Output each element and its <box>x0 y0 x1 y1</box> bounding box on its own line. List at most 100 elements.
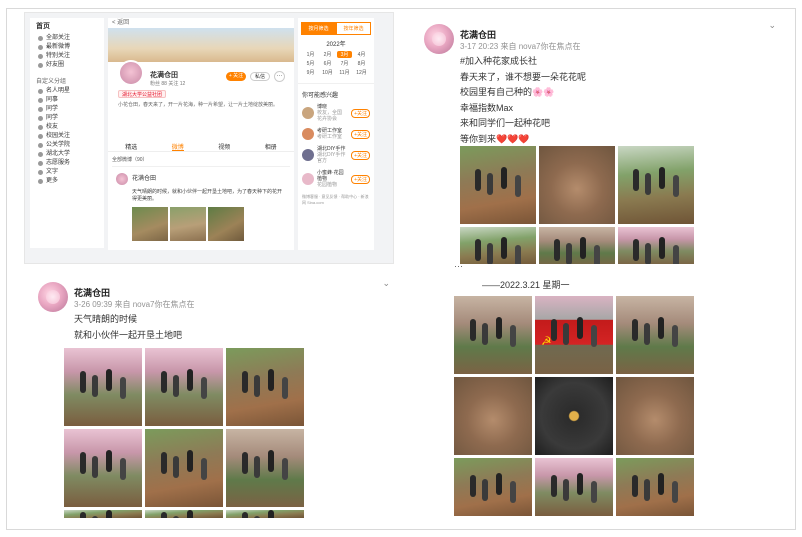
calendar-year[interactable]: 2022年 <box>298 39 374 48</box>
avatar[interactable] <box>302 107 314 119</box>
tab-album[interactable]: 相册 <box>265 142 277 151</box>
sidebar-group[interactable]: 同学 <box>30 114 104 123</box>
footer-links[interactable]: 微博客服 · 意见反馈 · 帮助中心 · 新浪网 Sina.com <box>298 191 374 209</box>
sidebar-group[interactable]: 文字 <box>30 168 104 177</box>
dot-icon <box>38 152 43 157</box>
month-cell-selected[interactable]: 3月 <box>337 51 352 58</box>
post-photo[interactable] <box>616 296 694 374</box>
post-photo[interactable] <box>535 377 613 455</box>
post-photo[interactable] <box>145 348 223 426</box>
post-photo[interactable] <box>454 377 532 455</box>
profile-cover <box>108 28 294 62</box>
post-photo[interactable] <box>535 458 613 516</box>
post-author[interactable]: 花满仓田 <box>460 28 496 41</box>
month-cell[interactable]: 7月 <box>337 60 352 67</box>
more-button[interactable]: ··· <box>274 71 285 82</box>
post-author[interactable]: 花满仓田 <box>132 173 156 182</box>
tab-by-month[interactable]: 按月筛选 <box>301 22 336 35</box>
follow-button[interactable]: +关注 <box>351 108 370 118</box>
sidebar-more[interactable]: 更多 <box>30 177 104 186</box>
follow-button[interactable]: +关注 <box>351 129 370 139</box>
tab-video[interactable]: 视频 <box>218 142 230 151</box>
post-line: 校园里有自己种的🌸🌸 <box>460 87 555 97</box>
month-cell[interactable]: 5月 <box>303 60 318 67</box>
chevron-down-icon[interactable]: ⌄ <box>768 20 776 31</box>
post-photo[interactable] <box>539 146 615 224</box>
month-cell[interactable]: 6月 <box>320 60 335 67</box>
month-cell[interactable]: 2月 <box>320 51 335 58</box>
avatar[interactable] <box>424 24 454 54</box>
tab-weibo[interactable]: 微博 <box>171 142 184 151</box>
dot-icon <box>38 98 43 103</box>
sidebar-group[interactable]: 公关学院 <box>30 141 104 150</box>
post-photo[interactable] <box>64 510 142 518</box>
dot-icon <box>38 45 43 50</box>
avatar[interactable] <box>118 60 144 86</box>
post-photo[interactable] <box>145 510 223 518</box>
follow-button[interactable]: +关注 <box>351 150 370 160</box>
follow-button[interactable]: + 关注 <box>226 72 246 81</box>
post-photo[interactable] <box>226 348 304 426</box>
month-cell[interactable]: 10月 <box>320 69 335 76</box>
sidebar-group[interactable]: 校园关注 <box>30 132 104 141</box>
dot-icon <box>38 161 43 166</box>
post-photo[interactable] <box>618 146 694 224</box>
post-photo[interactable] <box>454 458 532 516</box>
post-photo[interactable] <box>618 227 694 266</box>
month-cell[interactable]: 1月 <box>303 51 318 58</box>
avatar[interactable] <box>302 149 314 161</box>
sidebar-item[interactable]: 全部关注 <box>30 34 104 43</box>
avatar[interactable] <box>302 173 314 185</box>
post-photo[interactable] <box>539 227 615 266</box>
post-photo[interactable] <box>460 146 536 224</box>
post-photo[interactable] <box>454 296 532 374</box>
post-author[interactable]: 花满仓田 <box>74 286 110 299</box>
month-cell[interactable]: 9月 <box>303 69 318 76</box>
sidebar-group[interactable]: 湖北大学 <box>30 150 104 159</box>
dot-icon <box>38 54 43 59</box>
tab-by-year[interactable]: 按年筛选 <box>336 22 371 35</box>
photo-grid <box>454 296 694 516</box>
post-photo[interactable] <box>616 458 694 516</box>
post-photo[interactable] <box>132 207 168 241</box>
post-photo[interactable] <box>64 429 142 507</box>
sidebar-group[interactable]: 志愿服务 <box>30 159 104 168</box>
post-photo[interactable] <box>170 207 206 241</box>
chevron-down-icon[interactable]: ⌄ <box>382 278 390 289</box>
tab-featured[interactable]: 精选 <box>125 142 137 151</box>
weibo-post-planting: 花满仓田 3-17 20:23 来自 nova7你在焦点在 ⌄ #加入种花家成长… <box>410 14 790 266</box>
month-cell[interactable]: 8月 <box>354 60 369 67</box>
sidebar-item[interactable]: 好友圈 <box>30 61 104 70</box>
dot-icon <box>38 179 43 184</box>
profile-badge: 湖北大学公益社团 <box>118 90 167 98</box>
month-cell[interactable]: 11月 <box>337 69 352 76</box>
month-cell[interactable]: 12月 <box>354 69 369 76</box>
back-link[interactable]: < 返回 <box>108 18 294 28</box>
post-photo[interactable] <box>208 207 244 241</box>
avatar[interactable] <box>302 128 314 140</box>
sidebar-group[interactable]: 名人明星 <box>30 87 104 96</box>
follow-button[interactable]: +关注 <box>351 174 370 184</box>
post-photo-flag[interactable] <box>535 296 613 374</box>
all-posts-count: 全部微博（90） <box>112 157 148 163</box>
post-photo[interactable] <box>226 429 304 507</box>
weibo-post-reclaim-land: 花满仓田 3-26 09:39 来自 nova7你在焦点在 ⌄ 天气晴朗的时候 … <box>24 272 404 518</box>
post-photo[interactable] <box>616 377 694 455</box>
sidebar-group[interactable]: 同学 <box>30 105 104 114</box>
suggestion-name[interactable]: 小蜜蜂·花园植物 <box>317 170 348 182</box>
post-avatar[interactable] <box>116 173 128 185</box>
sidebar-item[interactable]: 最新微博 <box>30 43 104 52</box>
post-photo[interactable] <box>145 429 223 507</box>
month-cell[interactable]: 4月 <box>354 51 369 58</box>
post-photo[interactable] <box>226 510 304 518</box>
post-photo[interactable] <box>64 348 142 426</box>
sidebar-item[interactable]: 特别关注 <box>30 52 104 61</box>
sidebar-home[interactable]: 首页 <box>30 18 104 34</box>
hashtag-link[interactable]: #加入种花家成长社 <box>460 54 586 70</box>
post-date-line: ——2022.3.21 星期一 <box>482 280 570 290</box>
avatar[interactable] <box>38 282 68 312</box>
post-photo[interactable] <box>460 227 536 266</box>
sidebar-group[interactable]: 同事 <box>30 96 104 105</box>
message-button[interactable]: 私信 <box>250 72 270 81</box>
sidebar-group[interactable]: 校友 <box>30 123 104 132</box>
